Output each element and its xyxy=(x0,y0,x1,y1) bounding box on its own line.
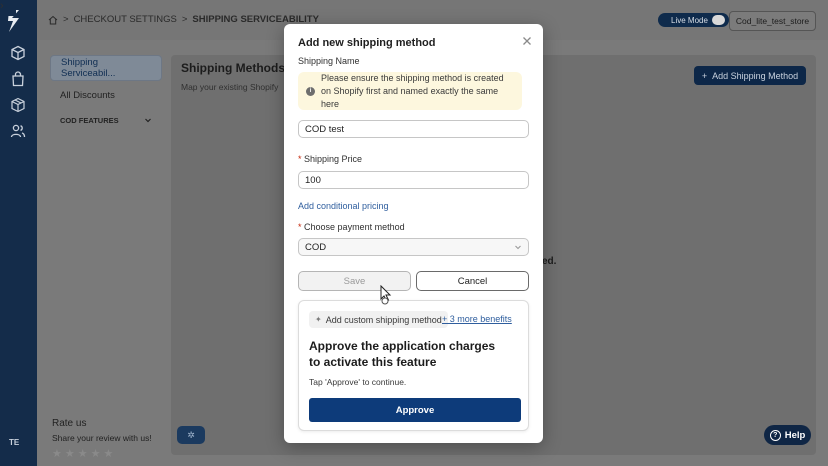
add-shipping-method-button[interactable]: + Add Shipping Method xyxy=(694,66,806,85)
chat-icon: ✲ xyxy=(187,429,195,440)
chevron-down-icon xyxy=(145,118,151,123)
required-marker: * xyxy=(298,154,302,164)
upsell-instruction: Tap 'Approve' to continue. xyxy=(309,377,407,387)
hand-cursor-icon xyxy=(380,285,392,305)
package-icon[interactable] xyxy=(10,97,26,113)
live-mode-toggle[interactable]: Live Mode xyxy=(658,13,729,27)
expand-sidebar-button[interactable]: › xyxy=(0,0,16,16)
chat-button[interactable]: ✲ xyxy=(177,426,205,444)
settings-sidebar: Shipping Serviceabil... All Discounts CO… xyxy=(50,55,162,131)
help-label: Help xyxy=(784,429,806,441)
payment-method-label: Choose payment method xyxy=(304,222,405,232)
info-icon: i xyxy=(306,86,315,96)
sidebar-item-shipping-serviceability[interactable]: Shipping Serviceabil... xyxy=(50,55,162,81)
plus-icon: + xyxy=(701,70,708,81)
rate-us-title: Rate us xyxy=(52,418,87,429)
page-subtitle: Map your existing Shopify xyxy=(181,82,279,92)
sparkle-icon: ✦ xyxy=(315,315,322,324)
toggle-switch[interactable] xyxy=(711,15,725,25)
live-mode-label: Live Mode xyxy=(671,15,708,25)
breadcrumb-checkout-settings[interactable]: CHECKOUT SETTINGS xyxy=(74,14,177,25)
rate-us-subtitle: Share your review with us! xyxy=(52,433,152,443)
save-button[interactable]: Save xyxy=(298,271,411,291)
left-rail: TE xyxy=(0,0,37,466)
shipping-price-label: Shipping Price xyxy=(304,154,363,164)
rating-stars[interactable]: ★★★★★ xyxy=(52,447,152,460)
shipping-name-label: Shipping Name xyxy=(298,56,360,66)
approve-button[interactable]: Approve xyxy=(309,398,521,422)
notice-text: Please ensure the shipping method is cre… xyxy=(321,72,504,109)
shopify-notice-banner: i Please ensure the shipping method is c… xyxy=(298,72,522,110)
modal-title: Add new shipping method xyxy=(298,37,436,49)
upsell-heading: Approve the application charges to activ… xyxy=(309,339,496,369)
breadcrumb-separator: > xyxy=(63,14,69,25)
close-icon[interactable] xyxy=(521,35,533,47)
add-shipping-method-label: Add Shipping Method xyxy=(712,70,799,81)
user-initials[interactable]: TE xyxy=(9,438,19,447)
payment-method-select[interactable]: COD xyxy=(298,238,529,256)
breadcrumb: > CHECKOUT SETTINGS > SHIPPING SERVICEAB… xyxy=(48,14,319,25)
shopping-bag-icon[interactable] xyxy=(10,71,26,87)
cube-icon[interactable] xyxy=(10,45,26,61)
required-marker: * xyxy=(298,222,302,232)
chevron-right-icon: › xyxy=(0,0,4,12)
add-conditional-pricing-link[interactable]: Add conditional pricing xyxy=(298,201,389,211)
empty-state-text: ed. xyxy=(542,256,557,267)
more-benefits-link[interactable]: + 3 more benefits xyxy=(442,314,512,324)
home-icon[interactable] xyxy=(48,15,58,25)
payment-method-label-row: * Choose payment method xyxy=(298,222,405,232)
chevron-down-icon xyxy=(515,245,521,250)
shipping-price-label-row: * Shipping Price xyxy=(298,154,362,164)
help-button[interactable]: ? Help xyxy=(764,425,811,445)
chip-label: Add custom shipping method xyxy=(325,314,442,325)
store-selector[interactable]: Cod_lite_test_store xyxy=(729,11,816,31)
rate-us-section: Rate us Share your review with us! ★★★★★ xyxy=(52,418,152,460)
upsell-feature-chip: ✦ Add custom shipping method xyxy=(309,311,448,328)
question-icon: ? xyxy=(769,429,781,441)
upsell-card: ✦ Add custom shipping method + 3 more be… xyxy=(298,300,529,431)
cancel-button[interactable]: Cancel xyxy=(416,271,529,291)
users-icon[interactable] xyxy=(10,123,26,139)
sidebar-group-label: COD FEATURES xyxy=(60,115,119,125)
shipping-name-input[interactable]: COD test xyxy=(298,120,529,138)
breadcrumb-separator: > xyxy=(181,14,188,25)
add-shipping-method-modal: Add new shipping method Shipping Name i … xyxy=(284,24,543,443)
sidebar-group-cod-features[interactable]: COD FEATURES xyxy=(50,109,162,131)
page-title: Shipping Methods xyxy=(181,61,285,75)
payment-method-value: COD xyxy=(305,241,327,253)
shipping-price-input[interactable]: 100 xyxy=(298,171,529,189)
sidebar-item-all-discounts[interactable]: All Discounts xyxy=(50,82,162,108)
